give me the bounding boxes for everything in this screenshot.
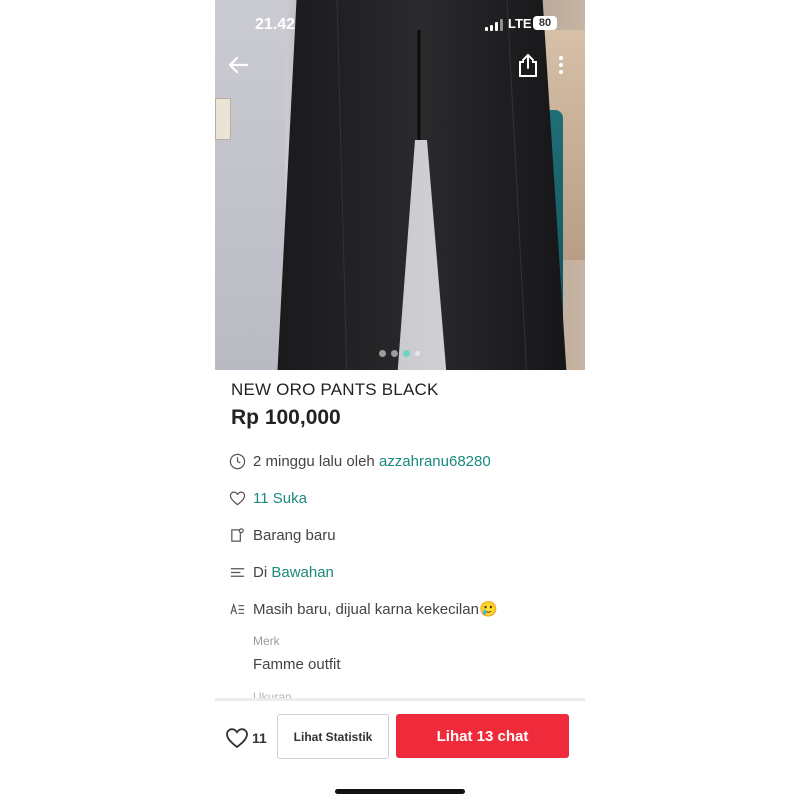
carousel-dot[interactable] [379, 350, 386, 357]
signal-icon [485, 19, 503, 31]
carousel-dot-active[interactable] [403, 350, 410, 357]
status-time: 21.42 [255, 16, 296, 33]
back-arrow-icon [228, 56, 249, 74]
text-icon [230, 602, 245, 614]
carousel-dot[interactable] [391, 350, 398, 357]
posted-time: 2 minggu lalu oleh [253, 452, 375, 470]
view-statistics-button[interactable]: Lihat Statistik [277, 714, 389, 759]
carousel-indicator [379, 350, 420, 357]
seller-link[interactable]: azzahranu68280 [379, 453, 491, 470]
product-title: NEW ORO PANTS BLACK [231, 380, 439, 399]
battery-indicator: 80 [533, 16, 557, 30]
posted-info-row: 2 minggu lalu oleh azzahranu68280 [229, 449, 491, 473]
network-label: LTE [508, 16, 532, 31]
share-button[interactable] [517, 52, 539, 78]
carousel-dot[interactable] [415, 351, 420, 356]
likes-row[interactable]: 11 Suka [229, 486, 307, 510]
back-button[interactable] [225, 52, 251, 78]
clock-icon [229, 453, 246, 469]
heart-icon [229, 491, 246, 505]
view-chats-button[interactable]: Lihat 13 chat [396, 714, 569, 758]
heart-icon [226, 728, 248, 749]
category-row: Di Bawahan [229, 560, 334, 584]
condition-text: Barang baru [253, 526, 336, 544]
product-image-carousel[interactable]: 21.42 LTE 80 [215, 0, 585, 370]
like-count: 11 [252, 730, 267, 746]
status-bar: 21.42 LTE 80 [215, 0, 585, 48]
condition-row: Barang baru [229, 523, 336, 547]
bottom-action-bar: 11 Lihat Statistik Lihat 13 chat [215, 698, 585, 800]
category-prefix: Di [253, 563, 268, 581]
home-indicator [335, 789, 465, 794]
brand-label: Merk [253, 634, 280, 648]
tag-icon [231, 527, 244, 542]
likes-count-label[interactable]: 11 Suka [253, 490, 307, 507]
category-link[interactable]: Bawahan [271, 564, 334, 581]
description-row: Masih baru, dijual karna kekecilan🥲 [229, 597, 498, 621]
list-icon [230, 567, 245, 577]
like-button[interactable]: 11 [225, 723, 267, 753]
wall-switch [215, 98, 231, 140]
phone-screen: 21.42 LTE 80 NEW ORO PANTS BLACK Rp 100,… [215, 0, 585, 800]
description-text: Masih baru, dijual karna kekecilan🥲 [253, 601, 498, 618]
brand-value: Famme outfit [253, 656, 341, 673]
more-vertical-icon [559, 56, 563, 74]
more-options-button[interactable] [553, 52, 569, 78]
share-icon [519, 53, 537, 77]
product-price: Rp 100,000 [231, 406, 341, 429]
